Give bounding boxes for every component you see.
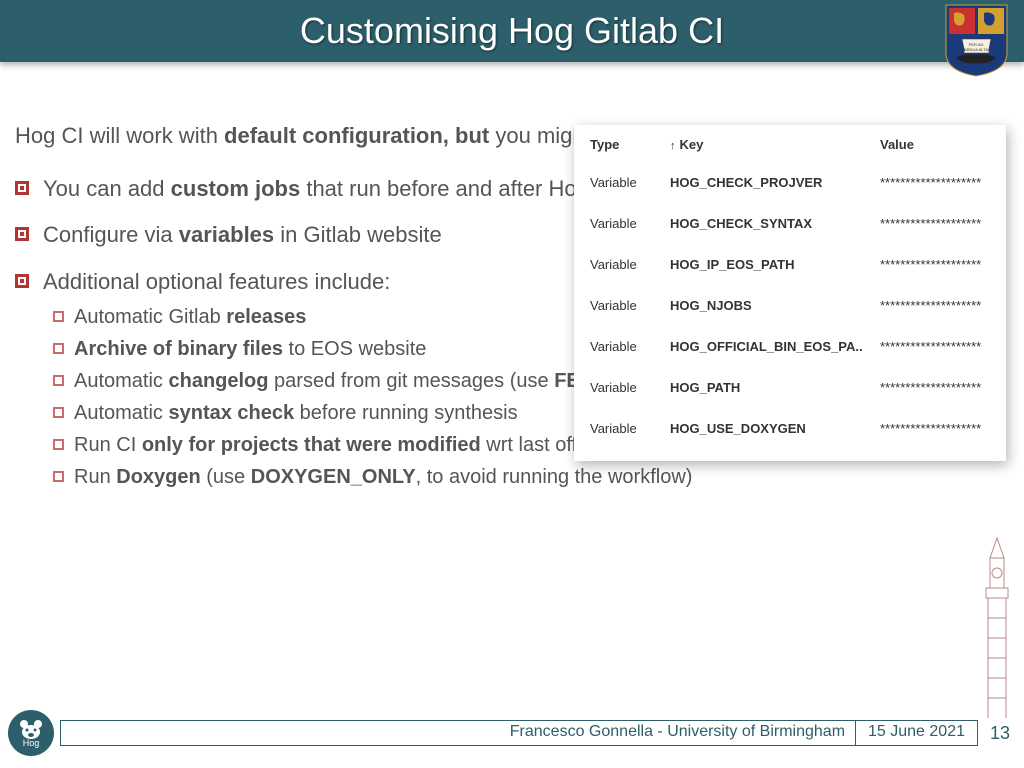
square-bullet-icon [15, 181, 29, 195]
table-row: VariableHOG_CHECK_PROJVER***************… [590, 162, 990, 203]
square-bullet-small-icon [53, 343, 64, 354]
square-bullet-small-icon [53, 311, 64, 322]
table-header-row: Type ↑Key Value [590, 137, 990, 162]
table-row: VariableHOG_PATH******************** [590, 367, 990, 408]
col-header-key: ↑Key [670, 137, 880, 152]
svg-text:ARDUA ALTA: ARDUA ALTA [964, 47, 988, 52]
variables-table: Type ↑Key Value VariableHOG_CHECK_PROJVE… [574, 125, 1006, 461]
table-row: VariableHOG_OFFICIAL_BIN_EOS_PA..*******… [590, 326, 990, 367]
hog-logo-text: Hog [23, 738, 40, 748]
square-bullet-icon [15, 274, 29, 288]
page-number: 13 [990, 723, 1010, 744]
sub-bullet-item: Run Doxygen (use DOXYGEN_ONLY, to avoid … [53, 464, 1009, 490]
square-bullet-icon [15, 227, 29, 241]
footer-date: 15 June 2021 [855, 721, 977, 745]
tower-icon [976, 518, 1018, 718]
square-bullet-small-icon [53, 407, 64, 418]
square-bullet-small-icon [53, 471, 64, 482]
university-crest-icon: PER AD ARDUA ALTA [944, 3, 1009, 78]
table-row: VariableHOG_IP_EOS_PATH*****************… [590, 244, 990, 285]
slide-header: Customising Hog Gitlab CI PER AD ARDUA A… [0, 0, 1024, 62]
slide-footer: Francesco Gonnella - University of Birmi… [60, 720, 978, 746]
square-bullet-small-icon [53, 439, 64, 450]
sort-arrow-icon: ↑ [670, 140, 676, 152]
footer-author: Francesco Gonnella - University of Birmi… [61, 721, 855, 745]
table-row: VariableHOG_USE_DOXYGEN*****************… [590, 408, 990, 449]
col-header-type: Type [590, 137, 670, 152]
table-row: VariableHOG_CHECK_SYNTAX****************… [590, 203, 990, 244]
square-bullet-small-icon [53, 375, 64, 386]
col-header-value: Value [880, 137, 990, 152]
hog-logo-icon: Hog [8, 710, 54, 756]
table-row: VariableHOG_NJOBS******************** [590, 285, 990, 326]
slide-title: Customising Hog Gitlab CI [300, 10, 724, 52]
